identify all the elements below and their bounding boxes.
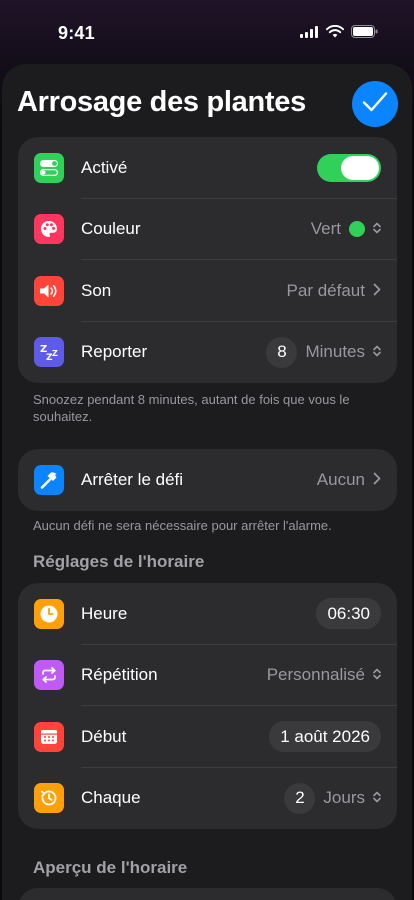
challenge-group: Arrêter le défi Aucun bbox=[18, 449, 397, 511]
row-start[interactable]: Début 1 août 2026 bbox=[18, 706, 397, 768]
clock-icon bbox=[34, 598, 64, 629]
row-time[interactable]: Heure 06:30 bbox=[18, 583, 397, 645]
schedule-settings-header: Réglages de l'horaire bbox=[33, 552, 205, 571]
toggle-knob bbox=[341, 155, 379, 180]
sound-value: Par défaut bbox=[286, 280, 365, 300]
start-label: Début bbox=[81, 726, 127, 746]
snooze-footnote: Snoozez pendant 8 minutes, autant de foi… bbox=[33, 392, 350, 424]
chevron-up-down-icon bbox=[373, 668, 381, 682]
chevron-up-down-icon bbox=[373, 791, 381, 805]
color-label: Couleur bbox=[81, 219, 141, 239]
active-toggle[interactable] bbox=[317, 153, 381, 182]
wifi-icon bbox=[326, 24, 344, 43]
sound-label: Son bbox=[81, 280, 112, 300]
page-title: Arrosage des plantes bbox=[17, 86, 306, 118]
start-date-pill[interactable]: 1 août 2026 bbox=[269, 721, 381, 753]
active-label: Activé bbox=[81, 157, 128, 177]
repeat-arrows-icon bbox=[34, 660, 64, 691]
status-icons bbox=[300, 24, 378, 43]
history-clock-icon bbox=[34, 783, 64, 814]
row-color[interactable]: Couleur Vert bbox=[18, 199, 397, 260]
alarm-settings-group: Activé Couleur Vert Son Par défaut Z Z Z… bbox=[18, 137, 397, 383]
status-bar: 9:41 bbox=[0, 0, 414, 64]
row-challenge[interactable]: Arrêter le défi Aucun bbox=[18, 449, 397, 511]
snooze-label: Reporter bbox=[81, 342, 148, 362]
battery-icon bbox=[351, 25, 378, 43]
challenge-label: Arrêter le défi bbox=[81, 469, 184, 489]
chevron-right-icon bbox=[373, 283, 381, 298]
time-label: Heure bbox=[81, 603, 128, 623]
schedule-settings-group: Heure 06:30 Répétition Personnalisé Débu… bbox=[18, 583, 397, 829]
snooze-zzz-icon: Z Z Z bbox=[34, 337, 64, 368]
schedule-preview-group bbox=[18, 888, 397, 900]
repeat-label: Répétition bbox=[81, 665, 158, 685]
svg-text:Z: Z bbox=[52, 349, 58, 358]
cellular-signal-icon bbox=[300, 25, 319, 43]
chevron-right-icon bbox=[373, 472, 381, 487]
row-snooze[interactable]: Z Z Z Reporter 8 Minutes bbox=[18, 322, 397, 384]
repeat-value: Personnalisé bbox=[266, 665, 365, 685]
row-repeat[interactable]: Répétition Personnalisé bbox=[18, 645, 397, 706]
row-every[interactable]: Chaque 2 Jours bbox=[18, 768, 397, 830]
row-sound[interactable]: Son Par défaut bbox=[18, 260, 397, 322]
status-time: 9:41 bbox=[58, 23, 95, 43]
palette-icon bbox=[34, 214, 64, 245]
checkmark-icon bbox=[362, 91, 388, 118]
color-swatch bbox=[349, 221, 365, 238]
every-label: Chaque bbox=[81, 788, 141, 808]
chevron-up-down-icon bbox=[373, 345, 381, 359]
schedule-preview-header: Aperçu de l'horaire bbox=[33, 858, 188, 877]
row-active[interactable]: Activé bbox=[18, 137, 397, 199]
challenge-footnote: Aucun défi ne sera nécessaire pour arrêt… bbox=[33, 518, 332, 533]
confirm-button[interactable] bbox=[352, 81, 398, 127]
calendar-icon bbox=[34, 721, 64, 752]
snooze-number[interactable]: 8 bbox=[266, 336, 298, 368]
toggle-switch-icon bbox=[34, 152, 64, 183]
every-unit: Jours bbox=[323, 788, 365, 808]
time-value-pill[interactable]: 06:30 bbox=[316, 598, 381, 630]
every-number[interactable]: 2 bbox=[284, 782, 316, 814]
color-value: Vert bbox=[310, 219, 341, 239]
chevron-up-down-icon bbox=[373, 222, 381, 236]
challenge-value: Aucun bbox=[316, 469, 365, 489]
snooze-unit: Minutes bbox=[305, 342, 365, 362]
hammer-icon bbox=[34, 464, 64, 495]
speaker-icon bbox=[34, 275, 64, 306]
